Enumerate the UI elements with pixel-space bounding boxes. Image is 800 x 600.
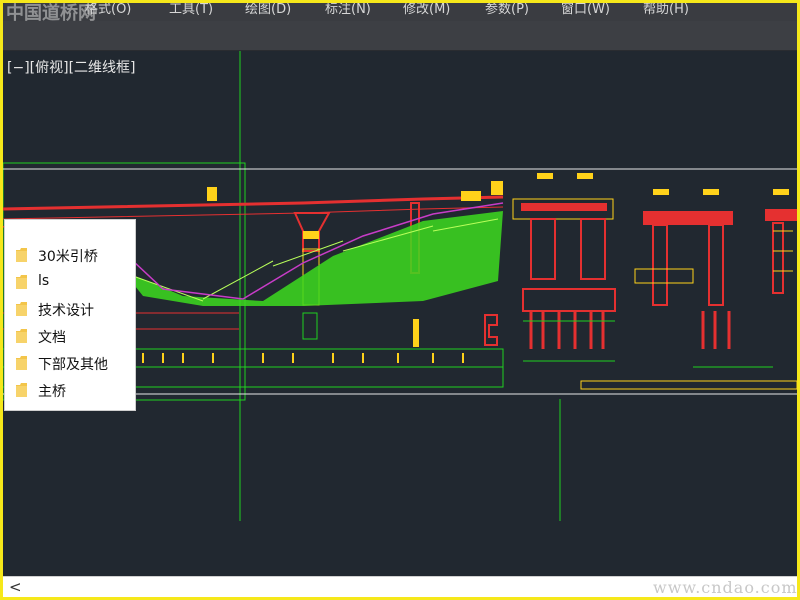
folder-icon [16, 275, 27, 289]
toolbar-strip [3, 21, 797, 51]
menu-bar: 格式(O) 工具(T) 绘图(D) 标注(N) 修改(M) 参数(P) 窗口(W… [3, 3, 797, 21]
menu-parameters[interactable]: 参数(P) [485, 3, 529, 17]
menu-dimension[interactable]: 标注(N) [325, 3, 371, 17]
folder-label: 主桥 [38, 384, 66, 400]
folder-icon [16, 329, 27, 343]
menu-tools[interactable]: 工具(T) [169, 3, 213, 17]
scroll-left-icon[interactable]: < [9, 578, 22, 596]
horizontal-scrollbar[interactable]: < www.cndao.com [3, 576, 797, 597]
viewport-controls-label[interactable]: [−][俯视][二维线框] [7, 57, 136, 77]
folder-icon [16, 356, 27, 370]
app-window: 格式(O) 工具(T) 绘图(D) 标注(N) 修改(M) 参数(P) 窗口(W… [3, 3, 797, 597]
folder-item[interactable]: 30米引桥 [5, 243, 135, 267]
folder-item[interactable]: 下部及其他 [5, 351, 135, 375]
folder-item[interactable]: 文档 [5, 324, 135, 348]
folder-label: 文档 [38, 330, 66, 346]
folder-item[interactable]: ls [5, 270, 135, 294]
folder-icon [16, 302, 27, 316]
folder-item[interactable]: 技术设计 [5, 297, 135, 321]
pier-detail-drawings [512, 173, 797, 390]
folder-item[interactable]: 主桥 [5, 378, 135, 402]
folder-label: 技术设计 [38, 303, 94, 319]
folder-icon [16, 383, 27, 397]
menu-draw[interactable]: 绘图(D) [245, 3, 291, 17]
menu-help[interactable]: 帮助(H) [643, 3, 689, 17]
menu-window[interactable]: 窗口(W) [561, 3, 610, 17]
menu-modify[interactable]: 修改(M) [403, 3, 450, 17]
folder-list-popup: 30米引桥 ls 技术设计 文档 下部及其他 主桥 [5, 220, 135, 410]
folder-label: 30米引桥 [38, 249, 98, 265]
watermark-url: www.cndao.com [653, 578, 797, 597]
folder-label: 下部及其他 [38, 357, 108, 373]
folder-icon [16, 248, 27, 262]
folder-label: ls [38, 273, 50, 289]
